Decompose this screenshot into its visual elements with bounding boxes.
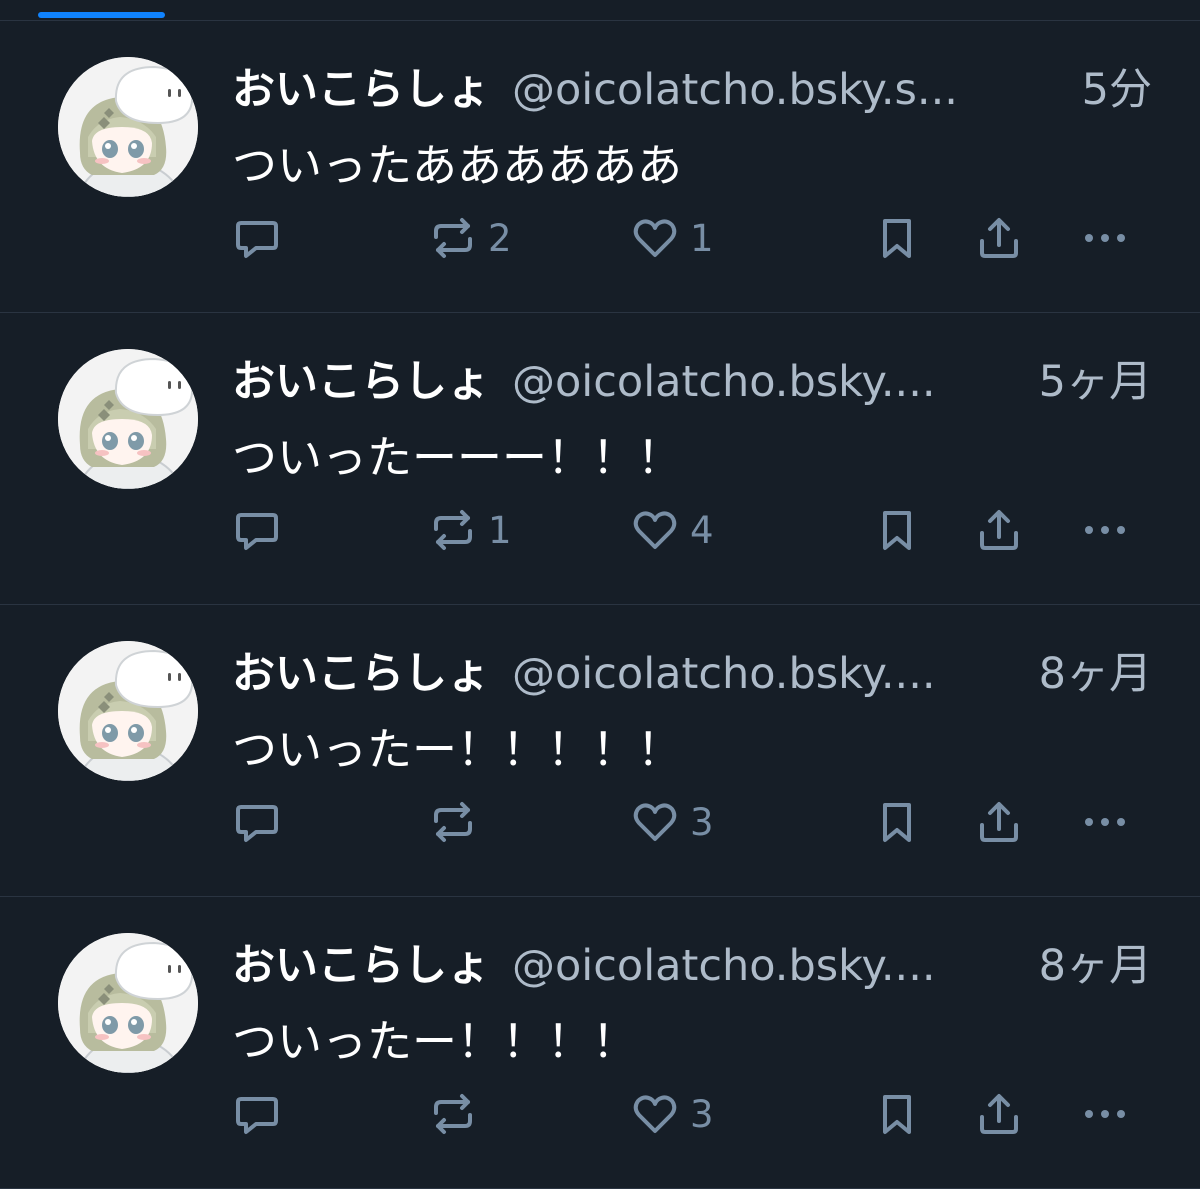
repost-icon xyxy=(434,1094,472,1134)
like-button[interactable]: 3 xyxy=(630,797,714,847)
post-header: おいこらしょ @oicolatcho.bsky.... 5ヶ月 xyxy=(232,347,1152,407)
repost-icon xyxy=(434,802,472,842)
user-handle[interactable]: @oicolatcho.bsky.s... xyxy=(512,65,1068,115)
display-name[interactable]: おいこらしょ xyxy=(232,55,490,117)
post[interactable]: おいこらしょ @oicolatcho.bsky.s... 5分 ついったああああ… xyxy=(0,21,1200,313)
reply-button[interactable] xyxy=(232,797,292,847)
more-options-button[interactable] xyxy=(1080,1089,1130,1139)
post-actions: 3 xyxy=(232,1089,1152,1139)
more-icon xyxy=(1085,234,1125,242)
post-actions: 2 1 xyxy=(232,213,1152,263)
reply-icon xyxy=(236,513,278,550)
reply-icon xyxy=(236,221,278,258)
bookmark-icon xyxy=(883,1095,911,1134)
share-button[interactable] xyxy=(974,505,1024,555)
post-actions: 1 4 xyxy=(232,505,1152,555)
post-text: ついったーーー！！！ xyxy=(232,431,683,484)
post-text: ついったああああああ xyxy=(232,139,683,192)
post[interactable]: おいこらしょ @oicolatcho.bsky.... 5ヶ月 ついったーーー！… xyxy=(0,313,1200,605)
share-icon xyxy=(980,802,1018,842)
reply-icon xyxy=(236,805,278,842)
post-header: おいこらしょ @oicolatcho.bsky.... 8ヶ月 xyxy=(232,639,1152,699)
post-text: ついったー！！！！！ xyxy=(232,723,683,776)
reply-button[interactable] xyxy=(232,505,292,555)
more-options-button[interactable] xyxy=(1080,797,1130,847)
bookmark-button[interactable] xyxy=(872,797,922,847)
share-icon xyxy=(980,218,1018,258)
user-handle[interactable]: @oicolatcho.bsky.... xyxy=(512,941,1025,991)
heart-icon xyxy=(633,803,677,841)
like-button[interactable]: 3 xyxy=(630,1089,714,1139)
bookmark-icon xyxy=(883,511,911,550)
repost-icon xyxy=(434,218,472,258)
user-handle[interactable]: @oicolatcho.bsky.... xyxy=(512,357,1025,407)
like-count: 3 xyxy=(690,800,714,844)
heart-icon xyxy=(633,219,677,257)
avatar-image xyxy=(58,57,198,197)
bookmark-button[interactable] xyxy=(872,1089,922,1139)
post-timestamp[interactable]: 5分 xyxy=(1082,55,1152,117)
bookmark-button[interactable] xyxy=(872,505,922,555)
share-button[interactable] xyxy=(974,213,1024,263)
reply-button[interactable] xyxy=(232,1089,292,1139)
repost-count: 1 xyxy=(488,508,512,552)
active-tab-indicator xyxy=(38,12,165,18)
avatar[interactable] xyxy=(58,57,198,197)
post[interactable]: おいこらしょ @oicolatcho.bsky.... 8ヶ月 ついったー！！！… xyxy=(0,897,1200,1189)
like-count: 4 xyxy=(690,508,714,552)
avatar-image xyxy=(58,641,198,781)
repost-icon xyxy=(434,510,472,550)
more-options-button[interactable] xyxy=(1080,505,1130,555)
like-count: 3 xyxy=(690,1092,714,1136)
avatar[interactable] xyxy=(58,641,198,781)
repost-button[interactable] xyxy=(428,1089,488,1139)
share-button[interactable] xyxy=(974,1089,1024,1139)
share-icon xyxy=(980,1094,1018,1134)
share-icon xyxy=(980,510,1018,550)
post-timestamp[interactable]: 5ヶ月 xyxy=(1039,347,1152,409)
display-name[interactable]: おいこらしょ xyxy=(232,639,490,701)
reply-icon xyxy=(236,1097,278,1134)
avatar-image xyxy=(58,349,198,489)
post-actions: 3 xyxy=(232,797,1152,847)
display-name[interactable]: おいこらしょ xyxy=(232,931,490,993)
avatar-image xyxy=(58,933,198,1073)
repost-count: 2 xyxy=(488,216,512,260)
post-timestamp[interactable]: 8ヶ月 xyxy=(1039,931,1152,993)
display-name[interactable]: おいこらしょ xyxy=(232,347,490,409)
like-count: 1 xyxy=(690,216,714,260)
avatar[interactable] xyxy=(58,349,198,489)
heart-icon xyxy=(633,511,677,549)
heart-icon xyxy=(633,1095,677,1133)
repost-button[interactable]: 2 xyxy=(428,213,512,263)
post-header: おいこらしょ @oicolatcho.bsky.... 8ヶ月 xyxy=(232,931,1152,991)
repost-button[interactable] xyxy=(428,797,488,847)
like-button[interactable]: 1 xyxy=(630,213,714,263)
post-timestamp[interactable]: 8ヶ月 xyxy=(1039,639,1152,701)
post-text: ついったー！！！！ xyxy=(232,1015,638,1068)
post-header: おいこらしょ @oicolatcho.bsky.s... 5分 xyxy=(232,55,1152,115)
bookmark-button[interactable] xyxy=(872,213,922,263)
bookmark-icon xyxy=(883,219,911,258)
tab-bar xyxy=(0,0,1200,21)
more-options-button[interactable] xyxy=(1080,213,1130,263)
more-icon xyxy=(1085,818,1125,826)
bookmark-icon xyxy=(883,803,911,842)
repost-button[interactable]: 1 xyxy=(428,505,512,555)
like-button[interactable]: 4 xyxy=(630,505,714,555)
more-icon xyxy=(1085,1110,1125,1118)
reply-button[interactable] xyxy=(232,213,292,263)
avatar[interactable] xyxy=(58,933,198,1073)
post[interactable]: おいこらしょ @oicolatcho.bsky.... 8ヶ月 ついったー！！！… xyxy=(0,605,1200,897)
user-handle[interactable]: @oicolatcho.bsky.... xyxy=(512,649,1025,699)
post-feed: おいこらしょ @oicolatcho.bsky.s... 5分 ついったああああ… xyxy=(0,21,1200,1189)
share-button[interactable] xyxy=(974,797,1024,847)
more-icon xyxy=(1085,526,1125,534)
